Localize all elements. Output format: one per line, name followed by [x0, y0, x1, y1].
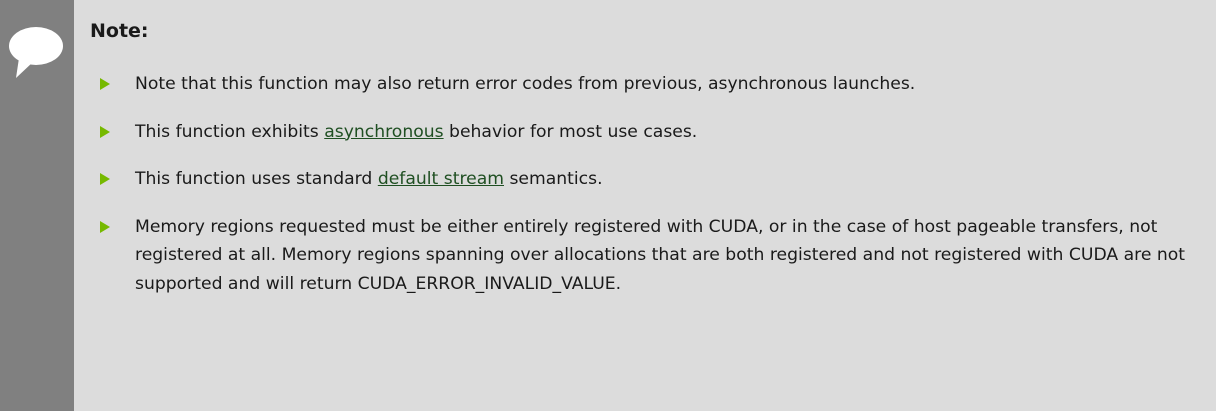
note-side-bar — [0, 0, 74, 411]
item-text-after: behavior for most use cases. — [443, 121, 698, 142]
item-text: Memory regions requested must be either … — [135, 216, 1186, 294]
triangle-bullet-icon — [100, 78, 110, 90]
item-text-after: semantics. — [503, 169, 603, 189]
default-stream-link[interactable]: default stream — [378, 169, 504, 189]
asynchronous-link[interactable]: asynchronous — [324, 122, 443, 142]
list-item: This function uses standard default stre… — [90, 165, 1200, 194]
item-text: Note that this function may also return … — [135, 74, 916, 94]
triangle-bullet-icon — [100, 125, 110, 138]
list-item: Note that this function may also return … — [90, 70, 1200, 99]
item-text-before: This function exhibits — [135, 121, 325, 142]
item-text-before: This function uses standard — [135, 169, 378, 189]
list-item: This function exhibits asynchronous beha… — [90, 118, 1200, 147]
list-item: Memory regions requested must be either … — [90, 213, 1200, 299]
note-list: Note that this function may also return … — [90, 70, 1200, 317]
note-title: Note: — [90, 20, 149, 42]
speech-bubble-icon — [9, 27, 63, 78]
triangle-bullet-icon — [100, 220, 110, 233]
triangle-bullet-icon — [100, 173, 110, 185]
note-box: Note: Note that this function may also r… — [0, 0, 1216, 411]
